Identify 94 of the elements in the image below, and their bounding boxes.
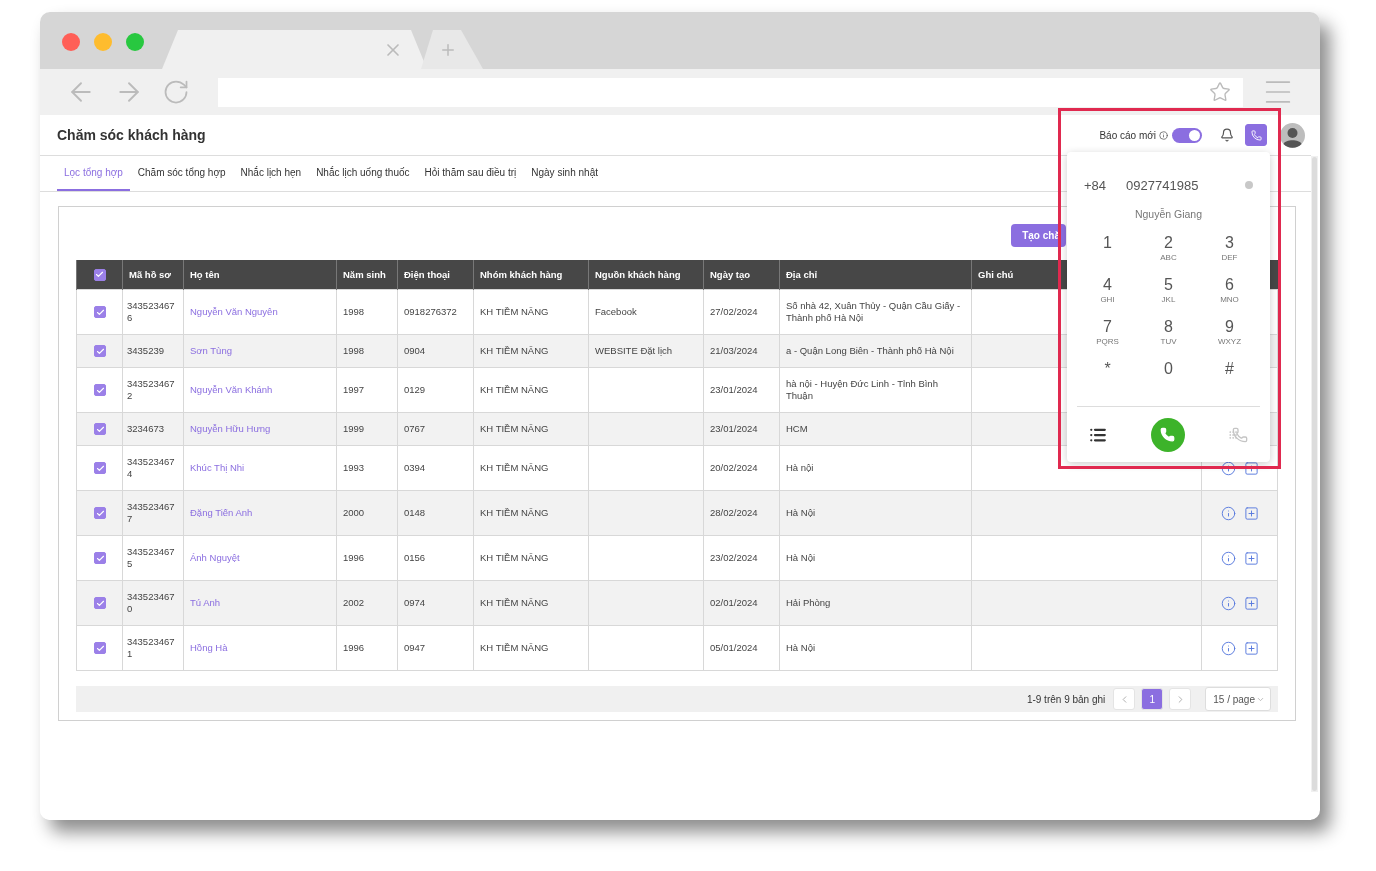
name-link[interactable]: Nguyễn Văn Khánh bbox=[183, 367, 337, 413]
table-cell: 05/01/2024 bbox=[703, 625, 780, 671]
table-cell: 3435234671 bbox=[122, 625, 184, 671]
table-cell: Facebook bbox=[588, 289, 704, 335]
tab[interactable]: Hỏi thăm sau điều trị bbox=[417, 156, 524, 191]
table-cell: Hà Nội bbox=[779, 535, 972, 581]
table-cell: 0156 bbox=[397, 535, 474, 581]
table-cell: a - Quận Long Biên - Thành phố Hà Nội bbox=[779, 334, 972, 368]
dial-key[interactable]: * bbox=[1077, 360, 1138, 398]
table-cell: 27/02/2024 bbox=[703, 289, 780, 335]
table-cell: 0974 bbox=[397, 580, 474, 626]
column-header: Địa chỉ bbox=[779, 260, 972, 290]
table-cell: 0129 bbox=[397, 367, 474, 413]
table-cell: 0394 bbox=[397, 445, 474, 491]
report-label: Báo cáo mới bbox=[1099, 129, 1156, 141]
dial-key[interactable]: 8 TUV bbox=[1138, 318, 1199, 356]
table-cell: 0148 bbox=[397, 490, 474, 536]
table-cell: 28/02/2024 bbox=[703, 490, 780, 536]
name-link[interactable]: Nguyễn Văn Nguyên bbox=[183, 289, 337, 335]
dial-key[interactable]: 3 DEF bbox=[1199, 234, 1260, 272]
table-cell: WEBSITE Đặt lịch bbox=[588, 334, 704, 368]
name-link[interactable]: Ánh Nguyệt bbox=[183, 535, 337, 581]
name-link[interactable]: Nguyễn Hữu Hưng bbox=[183, 412, 337, 446]
table-cell: 3435234674 bbox=[122, 445, 184, 491]
table-cell: 0947 bbox=[397, 625, 474, 671]
table-cell: 23/01/2024 bbox=[703, 412, 780, 446]
table-cell: KH TIỀM NĂNG bbox=[473, 412, 589, 446]
dial-key[interactable]: # bbox=[1199, 360, 1260, 398]
table-cell: 1999 bbox=[336, 412, 398, 446]
dial-key[interactable]: 0 bbox=[1138, 360, 1199, 398]
table-cell: KH TIỀM NĂNG bbox=[473, 289, 589, 335]
column-header: Họ tên bbox=[183, 260, 337, 290]
table-cell: 20/02/2024 bbox=[703, 445, 780, 491]
table-cell: KH TIỀM NĂNG bbox=[473, 445, 589, 491]
table-cell: 21/03/2024 bbox=[703, 334, 780, 368]
tab[interactable]: Chăm sóc tổng hợp bbox=[130, 156, 233, 191]
column-header: Nguồn khách hàng bbox=[588, 260, 704, 290]
table-cell: 2000 bbox=[336, 490, 398, 536]
table-cell: Hà Nội bbox=[779, 490, 972, 536]
table-cell: 3435234670 bbox=[122, 580, 184, 626]
column-header: Ngày tạo bbox=[703, 260, 780, 290]
record-count: 1-9 trên 9 bản ghi bbox=[1026, 693, 1106, 705]
table-cell: 02/01/2024 bbox=[703, 580, 780, 626]
table-cell: 1997 bbox=[336, 367, 398, 413]
table-cell: 3435234675 bbox=[122, 535, 184, 581]
table-cell: KH TIỀM NĂNG bbox=[473, 535, 589, 581]
name-link[interactable]: Hồng Hà bbox=[183, 625, 337, 671]
name-link[interactable]: Khúc Thị Nhi bbox=[183, 445, 337, 491]
table-cell: hà nội - Huyện Đức Linh - Tỉnh Bình Thuận bbox=[779, 367, 972, 413]
contact-name: Nguyễn Giang bbox=[1133, 208, 1204, 220]
table-cell: Hà nội bbox=[779, 445, 972, 491]
phone-number: 0927741985 bbox=[1126, 177, 1199, 193]
dial-key[interactable]: 9 WXYZ bbox=[1199, 318, 1260, 356]
table-cell: 3234673 bbox=[122, 412, 184, 446]
table-cell: 3435234676 bbox=[122, 289, 184, 335]
page-title: Chăm sóc khách hàng bbox=[57, 127, 207, 143]
table-cell: 23/01/2024 bbox=[703, 367, 780, 413]
table-cell: 0767 bbox=[397, 412, 474, 446]
table-cell: 2002 bbox=[336, 580, 398, 626]
column-header: Điện thoại bbox=[397, 260, 474, 290]
table-cell: Hải Phòng bbox=[779, 580, 972, 626]
tab[interactable]: Ngày sinh nhật bbox=[524, 156, 605, 191]
dial-key[interactable]: 6 MNO bbox=[1199, 276, 1260, 314]
table-cell: 23/02/2024 bbox=[703, 535, 780, 581]
table-cell: 1996 bbox=[336, 625, 398, 671]
table-cell: 3435234672 bbox=[122, 367, 184, 413]
table-cell: KH TIỀM NĂNG bbox=[473, 490, 589, 536]
name-link[interactable]: Sơn Tùng bbox=[183, 334, 337, 368]
table-cell: KH TIỀM NĂNG bbox=[473, 367, 589, 413]
page-button[interactable]: 1 bbox=[1141, 688, 1164, 710]
tab[interactable]: Nhắc lịch hẹn bbox=[233, 156, 309, 191]
country-code: +84 bbox=[1084, 177, 1107, 193]
dial-key[interactable]: 7 PQRS bbox=[1077, 318, 1138, 356]
table-cell: 1998 bbox=[336, 334, 398, 368]
column-header: Mã hồ sơ bbox=[122, 260, 184, 290]
name-link[interactable]: Tú Anh bbox=[183, 580, 337, 626]
table-cell: HCM bbox=[779, 412, 972, 446]
table-cell: Hà Nội bbox=[779, 625, 972, 671]
table-cell: 1998 bbox=[336, 289, 398, 335]
table-cell: 1996 bbox=[336, 535, 398, 581]
tab[interactable]: Nhắc lịch uống thuốc bbox=[309, 156, 417, 191]
table-cell: KH TIỀM NĂNG bbox=[473, 580, 589, 626]
page-size-select[interactable]: 15 / page bbox=[1205, 687, 1271, 711]
table-cell: 0918276372 bbox=[397, 289, 474, 335]
column-header: Năm sinh bbox=[336, 260, 398, 290]
table-cell: Số nhà 42, Xuân Thủy - Quận Cầu Giấy - Thành phố Hà Nội bbox=[779, 289, 972, 335]
table-cell: KH TIỀM NĂNG bbox=[473, 334, 589, 368]
table-cell: KH TIỀM NĂNG bbox=[473, 625, 589, 671]
table-cell: 3435239 bbox=[122, 334, 184, 368]
table-cell: 1993 bbox=[336, 445, 398, 491]
column-header: Nhóm khách hàng bbox=[473, 260, 589, 290]
table-cell: 3435234677 bbox=[122, 490, 184, 536]
table-cell: 0904 bbox=[397, 334, 474, 368]
name-link[interactable]: Đặng Tiến Anh bbox=[183, 490, 337, 536]
